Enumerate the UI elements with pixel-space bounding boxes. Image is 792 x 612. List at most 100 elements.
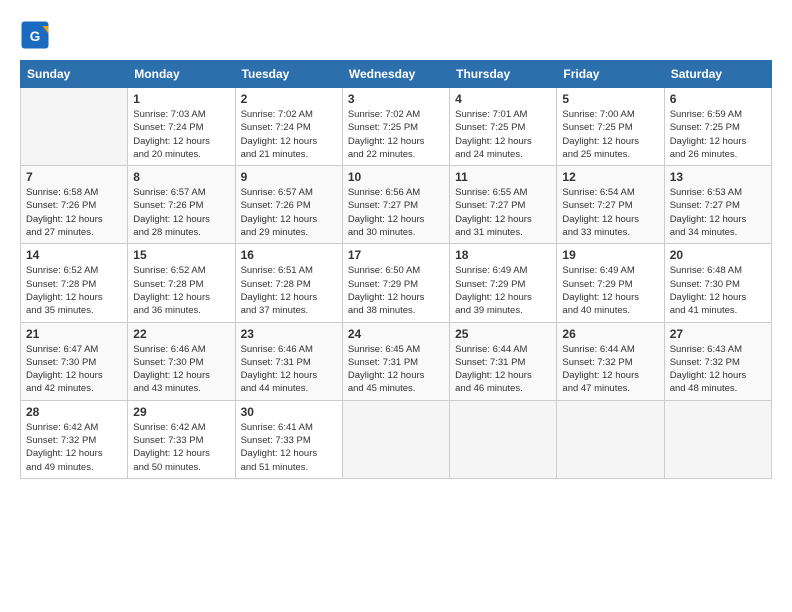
day-info: Sunrise: 7:03 AMSunset: 7:24 PMDaylight:… bbox=[133, 108, 229, 161]
day-info: Sunrise: 6:42 AMSunset: 7:33 PMDaylight:… bbox=[133, 421, 229, 474]
day-info: Sunrise: 6:43 AMSunset: 7:32 PMDaylight:… bbox=[670, 343, 766, 396]
calendar-cell: 9 Sunrise: 6:57 AMSunset: 7:26 PMDaylight… bbox=[235, 166, 342, 244]
day-number: 12 bbox=[562, 170, 658, 184]
day-number: 22 bbox=[133, 327, 229, 341]
calendar-week-1: 1 Sunrise: 7:03 AMSunset: 7:24 PMDaylight… bbox=[21, 88, 772, 166]
day-info: Sunrise: 6:42 AMSunset: 7:32 PMDaylight:… bbox=[26, 421, 122, 474]
day-number: 7 bbox=[26, 170, 122, 184]
header-saturday: Saturday bbox=[664, 61, 771, 88]
calendar-cell: 12Sunrise: 6:54 AMSunset: 7:27 PMDayligh… bbox=[557, 166, 664, 244]
calendar-cell: 3 Sunrise: 7:02 AMSunset: 7:25 PMDaylight… bbox=[342, 88, 449, 166]
day-number: 23 bbox=[241, 327, 337, 341]
day-number: 19 bbox=[562, 248, 658, 262]
day-info: Sunrise: 6:57 AMSunset: 7:26 PMDaylight:… bbox=[241, 186, 337, 239]
day-number: 3 bbox=[348, 92, 444, 106]
calendar-cell bbox=[450, 400, 557, 478]
svg-text:G: G bbox=[30, 29, 41, 44]
calendar-cell bbox=[21, 88, 128, 166]
day-info: Sunrise: 6:41 AMSunset: 7:33 PMDaylight:… bbox=[241, 421, 337, 474]
day-number: 11 bbox=[455, 170, 551, 184]
calendar-header-row: SundayMondayTuesdayWednesdayThursdayFrid… bbox=[21, 61, 772, 88]
calendar-cell: 18 Sunrise: 6:49 AMSunset: 7:29 PMDayligh… bbox=[450, 244, 557, 322]
day-info: Sunrise: 6:46 AMSunset: 7:31 PMDaylight:… bbox=[241, 343, 337, 396]
day-info: Sunrise: 6:50 AMSunset: 7:29 PMDaylight:… bbox=[348, 264, 444, 317]
day-number: 24 bbox=[348, 327, 444, 341]
calendar-cell: 22 Sunrise: 6:46 AMSunset: 7:30 PMDayligh… bbox=[128, 322, 235, 400]
day-number: 18 bbox=[455, 248, 551, 262]
calendar-cell: 7 Sunrise: 6:58 AMSunset: 7:26 PMDaylight… bbox=[21, 166, 128, 244]
calendar-cell: 19 Sunrise: 6:49 AMSunset: 7:29 PMDayligh… bbox=[557, 244, 664, 322]
calendar-week-4: 21 Sunrise: 6:47 AMSunset: 7:30 PMDayligh… bbox=[21, 322, 772, 400]
calendar-body: 1 Sunrise: 7:03 AMSunset: 7:24 PMDaylight… bbox=[21, 88, 772, 479]
calendar-cell bbox=[664, 400, 771, 478]
header-sunday: Sunday bbox=[21, 61, 128, 88]
calendar-cell: 10 Sunrise: 6:56 AMSunset: 7:27 PMDayligh… bbox=[342, 166, 449, 244]
calendar-cell bbox=[342, 400, 449, 478]
calendar-cell: 1 Sunrise: 7:03 AMSunset: 7:24 PMDaylight… bbox=[128, 88, 235, 166]
day-number: 20 bbox=[670, 248, 766, 262]
header-thursday: Thursday bbox=[450, 61, 557, 88]
header-tuesday: Tuesday bbox=[235, 61, 342, 88]
calendar-cell: 2Sunrise: 7:02 AMSunset: 7:24 PMDaylight… bbox=[235, 88, 342, 166]
day-number: 1 bbox=[133, 92, 229, 106]
calendar-cell: 25Sunrise: 6:44 AMSunset: 7:31 PMDayligh… bbox=[450, 322, 557, 400]
calendar-week-5: 28Sunrise: 6:42 AMSunset: 7:32 PMDayligh… bbox=[21, 400, 772, 478]
day-number: 4 bbox=[455, 92, 551, 106]
day-info: Sunrise: 7:02 AMSunset: 7:25 PMDaylight:… bbox=[348, 108, 444, 161]
day-info: Sunrise: 6:45 AMSunset: 7:31 PMDaylight:… bbox=[348, 343, 444, 396]
page-header: G bbox=[20, 20, 772, 50]
day-info: Sunrise: 6:53 AMSunset: 7:27 PMDaylight:… bbox=[670, 186, 766, 239]
logo-icon: G bbox=[20, 20, 50, 50]
header-wednesday: Wednesday bbox=[342, 61, 449, 88]
day-number: 26 bbox=[562, 327, 658, 341]
calendar-cell: 11 Sunrise: 6:55 AMSunset: 7:27 PMDayligh… bbox=[450, 166, 557, 244]
day-info: Sunrise: 6:56 AMSunset: 7:27 PMDaylight:… bbox=[348, 186, 444, 239]
day-info: Sunrise: 6:58 AMSunset: 7:26 PMDaylight:… bbox=[26, 186, 122, 239]
day-info: Sunrise: 6:44 AMSunset: 7:32 PMDaylight:… bbox=[562, 343, 658, 396]
calendar-cell: 26 Sunrise: 6:44 AMSunset: 7:32 PMDayligh… bbox=[557, 322, 664, 400]
calendar-cell: 13 Sunrise: 6:53 AMSunset: 7:27 PMDayligh… bbox=[664, 166, 771, 244]
day-number: 29 bbox=[133, 405, 229, 419]
calendar-cell: 8Sunrise: 6:57 AMSunset: 7:26 PMDaylight… bbox=[128, 166, 235, 244]
day-number: 27 bbox=[670, 327, 766, 341]
calendar-cell: 21 Sunrise: 6:47 AMSunset: 7:30 PMDayligh… bbox=[21, 322, 128, 400]
calendar-week-3: 14 Sunrise: 6:52 AMSunset: 7:28 PMDayligh… bbox=[21, 244, 772, 322]
calendar-cell: 4 Sunrise: 7:01 AMSunset: 7:25 PMDaylight… bbox=[450, 88, 557, 166]
calendar-cell bbox=[557, 400, 664, 478]
day-info: Sunrise: 6:46 AMSunset: 7:30 PMDaylight:… bbox=[133, 343, 229, 396]
day-info: Sunrise: 6:49 AMSunset: 7:29 PMDaylight:… bbox=[455, 264, 551, 317]
calendar-cell: 30 Sunrise: 6:41 AMSunset: 7:33 PMDayligh… bbox=[235, 400, 342, 478]
day-number: 30 bbox=[241, 405, 337, 419]
day-number: 5 bbox=[562, 92, 658, 106]
calendar-cell: 23 Sunrise: 6:46 AMSunset: 7:31 PMDayligh… bbox=[235, 322, 342, 400]
header-monday: Monday bbox=[128, 61, 235, 88]
logo: G bbox=[20, 20, 54, 50]
day-info: Sunrise: 6:55 AMSunset: 7:27 PMDaylight:… bbox=[455, 186, 551, 239]
day-number: 6 bbox=[670, 92, 766, 106]
day-number: 16 bbox=[241, 248, 337, 262]
day-number: 21 bbox=[26, 327, 122, 341]
calendar-table: SundayMondayTuesdayWednesdayThursdayFrid… bbox=[20, 60, 772, 479]
calendar-cell: 16Sunrise: 6:51 AMSunset: 7:28 PMDayligh… bbox=[235, 244, 342, 322]
day-number: 2 bbox=[241, 92, 337, 106]
day-number: 13 bbox=[670, 170, 766, 184]
calendar-cell: 20 Sunrise: 6:48 AMSunset: 7:30 PMDayligh… bbox=[664, 244, 771, 322]
day-info: Sunrise: 6:47 AMSunset: 7:30 PMDaylight:… bbox=[26, 343, 122, 396]
day-info: Sunrise: 6:48 AMSunset: 7:30 PMDaylight:… bbox=[670, 264, 766, 317]
day-info: Sunrise: 6:49 AMSunset: 7:29 PMDaylight:… bbox=[562, 264, 658, 317]
header-friday: Friday bbox=[557, 61, 664, 88]
day-info: Sunrise: 6:59 AMSunset: 7:25 PMDaylight:… bbox=[670, 108, 766, 161]
calendar-cell: 24 Sunrise: 6:45 AMSunset: 7:31 PMDayligh… bbox=[342, 322, 449, 400]
day-number: 17 bbox=[348, 248, 444, 262]
calendar-cell: 28Sunrise: 6:42 AMSunset: 7:32 PMDayligh… bbox=[21, 400, 128, 478]
calendar-cell: 6 Sunrise: 6:59 AMSunset: 7:25 PMDaylight… bbox=[664, 88, 771, 166]
day-info: Sunrise: 7:01 AMSunset: 7:25 PMDaylight:… bbox=[455, 108, 551, 161]
calendar-cell: 27 Sunrise: 6:43 AMSunset: 7:32 PMDayligh… bbox=[664, 322, 771, 400]
day-number: 25 bbox=[455, 327, 551, 341]
calendar-cell: 17 Sunrise: 6:50 AMSunset: 7:29 PMDayligh… bbox=[342, 244, 449, 322]
day-number: 9 bbox=[241, 170, 337, 184]
day-info: Sunrise: 6:52 AMSunset: 7:28 PMDaylight:… bbox=[26, 264, 122, 317]
day-number: 15 bbox=[133, 248, 229, 262]
day-number: 10 bbox=[348, 170, 444, 184]
day-number: 14 bbox=[26, 248, 122, 262]
